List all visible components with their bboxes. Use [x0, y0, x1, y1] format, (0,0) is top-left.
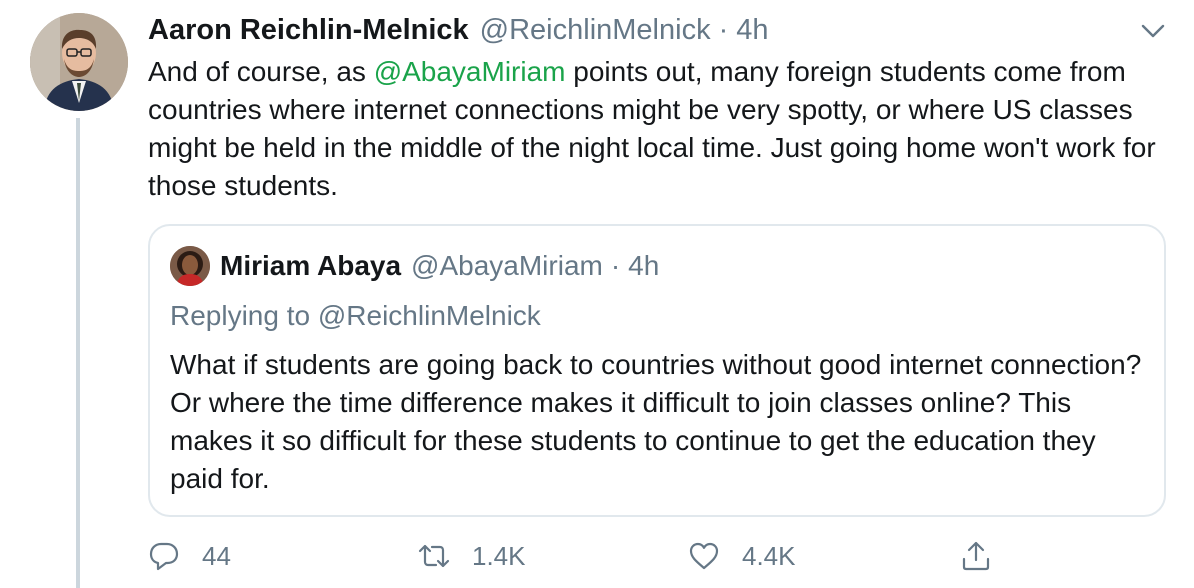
quote-timestamp[interactable]: 4h	[628, 248, 659, 284]
author-name[interactable]: Aaron Reichlin-Melnick	[148, 12, 469, 48]
header-separator: ·	[718, 14, 729, 46]
quoted-tweet[interactable]: Miriam Abaya @AbayaMiriam · 4h Replying …	[148, 224, 1166, 517]
quote-author-handle[interactable]: @AbayaMiriam	[411, 248, 603, 284]
reply-count: 44	[202, 540, 231, 571]
quote-text: What if students are going back to count…	[170, 349, 1142, 494]
retweet-button[interactable]: 1.4K	[418, 536, 526, 576]
tweet[interactable]: Aaron Reichlin-Melnick @ReichlinMelnick …	[0, 0, 1194, 588]
quote-header: Miriam Abaya @AbayaMiriam · 4h	[220, 248, 659, 284]
retweet-icon	[418, 544, 450, 568]
tweet-text: And of course, as @AbayaMiriam points ou…	[148, 53, 1178, 205]
retweet-count: 1.4K	[472, 540, 526, 571]
like-button[interactable]: 4.4K	[688, 536, 796, 576]
tweet-header: Aaron Reichlin-Melnick @ReichlinMelnick …	[148, 12, 769, 48]
quote-author-name[interactable]: Miriam Abaya	[220, 248, 401, 284]
mention-link[interactable]: @AbayaMiriam	[374, 56, 566, 87]
share-button[interactable]	[960, 536, 992, 576]
quote-avatar-image	[170, 246, 210, 286]
chevron-down-icon	[1141, 24, 1165, 38]
author-handle[interactable]: @ReichlinMelnick	[480, 12, 711, 48]
quote-author-avatar[interactable]	[170, 246, 210, 286]
quote-header-separator: ·	[610, 250, 621, 281]
tweet-menu-button[interactable]	[1138, 16, 1168, 46]
tweet-actions: 44 1.4K 4.4K	[148, 536, 1008, 576]
share-icon	[962, 541, 990, 571]
like-count: 4.4K	[742, 540, 796, 571]
tweet-timestamp[interactable]: 4h	[736, 12, 768, 48]
reply-button[interactable]: 44	[148, 536, 231, 576]
author-avatar-image	[30, 13, 128, 111]
author-avatar[interactable]	[30, 13, 128, 111]
thread-line	[76, 118, 80, 588]
reply-icon	[149, 542, 179, 571]
like-icon	[689, 542, 719, 570]
tweet-text-start: And of course, as	[148, 56, 374, 87]
replying-to: Replying to @ReichlinMelnick	[170, 300, 541, 331]
